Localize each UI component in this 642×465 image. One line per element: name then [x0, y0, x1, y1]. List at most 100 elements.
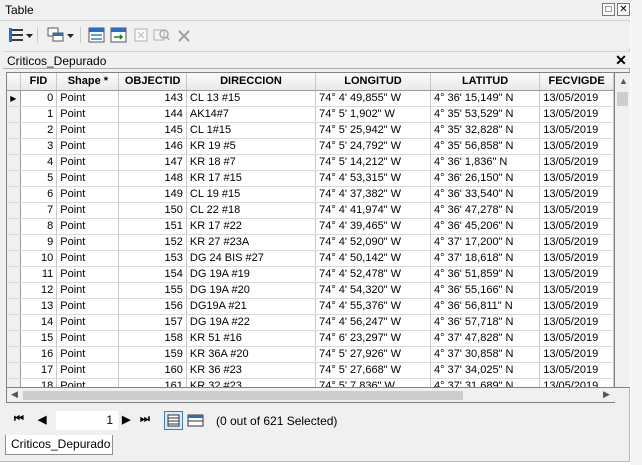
- cell-latitud[interactable]: 4° 36' 57,718" N: [430, 314, 541, 331]
- cell-fecvigde[interactable]: 13/05/2019: [539, 346, 614, 363]
- row-selector[interactable]: [7, 330, 21, 347]
- bottom-table-tab[interactable]: Criticos_Depurado: [5, 435, 113, 455]
- table-row[interactable]: 3 Point 146 KR 19 #5 74° 5' 24,792" W 4° 35' …: [7, 138, 614, 155]
- cell-shape[interactable]: Point: [56, 330, 120, 347]
- cell-fid[interactable]: 14: [20, 314, 58, 331]
- cell-fid[interactable]: 3: [20, 138, 58, 155]
- row-selector[interactable]: [7, 154, 21, 171]
- table-row[interactable]: 8 Point 151 KR 17 #22 74° 4' 39,465" W 4° 36'…: [7, 218, 614, 235]
- cell-direccion[interactable]: CL 19 #15: [186, 186, 317, 203]
- cell-objectid[interactable]: 149: [118, 186, 187, 203]
- horizontal-scroll-thumb[interactable]: [23, 391, 463, 400]
- cell-longitud[interactable]: 74° 4' 52,090" W: [315, 234, 431, 251]
- cell-longitud[interactable]: 74° 5' 27,926" W: [315, 346, 431, 363]
- cell-shape[interactable]: Point: [56, 298, 120, 315]
- cell-fid[interactable]: 17: [20, 362, 58, 379]
- cell-latitud[interactable]: 4° 37' 47,828" N: [430, 330, 541, 347]
- cell-shape[interactable]: Point: [56, 314, 120, 331]
- table-row[interactable]: 6 Point 149 CL 19 #15 74° 4' 37,382" W 4° 36'…: [7, 186, 614, 203]
- cell-objectid[interactable]: 152: [118, 234, 187, 251]
- table-options-icon[interactable]: [8, 26, 24, 44]
- cell-fecvigde[interactable]: 13/05/2019: [539, 154, 614, 171]
- cell-objectid[interactable]: 159: [118, 346, 187, 363]
- cell-shape[interactable]: Point: [56, 138, 120, 155]
- row-selector[interactable]: [7, 122, 21, 139]
- cell-fid[interactable]: 11: [20, 266, 58, 283]
- row-selector[interactable]: [7, 138, 21, 155]
- row-selector-header[interactable]: [7, 73, 21, 91]
- cell-latitud[interactable]: 4° 37' 18,618" N: [430, 250, 541, 267]
- cell-shape[interactable]: Point: [56, 186, 120, 203]
- column-header-longitud[interactable]: LONGITUD: [315, 73, 431, 91]
- cell-direccion[interactable]: KR 51 #16: [186, 330, 317, 347]
- cell-fecvigde[interactable]: 13/05/2019: [539, 234, 614, 251]
- row-selector[interactable]: [7, 346, 21, 363]
- cell-direccion[interactable]: KR 36A #20: [186, 346, 317, 363]
- row-selector[interactable]: [7, 298, 21, 315]
- cell-objectid[interactable]: 147: [118, 154, 187, 171]
- cell-objectid[interactable]: 157: [118, 314, 187, 331]
- cell-latitud[interactable]: 4° 35' 56,858" N: [430, 138, 541, 155]
- row-selector[interactable]: [7, 282, 21, 299]
- cell-latitud[interactable]: 4° 37' 30,858" N: [430, 346, 541, 363]
- cell-fid[interactable]: 4: [20, 154, 58, 171]
- cell-fecvigde[interactable]: 13/05/2019: [539, 298, 614, 315]
- cell-longitud[interactable]: 74° 4' 39,465" W: [315, 218, 431, 235]
- cell-objectid[interactable]: 158: [118, 330, 187, 347]
- cell-fid[interactable]: 6: [20, 186, 58, 203]
- row-selector[interactable]: [7, 250, 21, 267]
- cell-direccion[interactable]: DG 19A #20: [186, 282, 317, 299]
- row-selector[interactable]: [7, 170, 21, 187]
- cell-longitud[interactable]: 74° 4' 53,315" W: [315, 170, 431, 187]
- previous-record-button[interactable]: ◀: [38, 413, 46, 426]
- cell-longitud[interactable]: 74° 4' 41,974" W: [315, 202, 431, 219]
- zoom-to-selected-icon[interactable]: [153, 26, 170, 44]
- cell-latitud[interactable]: 4° 36' 33,540" N: [430, 186, 541, 203]
- column-header-objectid[interactable]: OBJECTID: [118, 73, 187, 91]
- cell-objectid[interactable]: 156: [118, 298, 187, 315]
- cell-shape[interactable]: Point: [56, 218, 120, 235]
- row-selector[interactable]: [7, 186, 21, 203]
- table-row[interactable]: 5 Point 148 KR 17 #15 74° 4' 53,315" W 4° 36'…: [7, 170, 614, 187]
- cell-latitud[interactable]: 4° 36' 1,836" N: [430, 154, 541, 171]
- table-row[interactable]: 16 Point 159 KR 36A #20 74° 5' 27,926" W 4° 3…: [7, 346, 614, 363]
- cell-fid[interactable]: 13: [20, 298, 58, 315]
- cell-fecvigde[interactable]: 13/05/2019: [539, 282, 614, 299]
- related-tables-icon[interactable]: [47, 26, 65, 44]
- cell-fid[interactable]: 12: [20, 282, 58, 299]
- cell-latitud[interactable]: 4° 36' 56,811" N: [430, 298, 541, 315]
- table-row[interactable]: 9 Point 152 KR 27 #23A 74° 4' 52,090" W 4° 37…: [7, 234, 614, 251]
- horizontal-scrollbar[interactable]: ◀ ▶: [6, 388, 615, 403]
- cell-latitud[interactable]: 4° 36' 51,859" N: [430, 266, 541, 283]
- vertical-scroll-thumb[interactable]: [617, 92, 628, 106]
- row-selector[interactable]: [7, 362, 21, 379]
- cell-longitud[interactable]: 74° 6' 23,297" W: [315, 330, 431, 347]
- table-row[interactable]: 15 Point 158 KR 51 #16 74° 6' 23,297" W 4° 37…: [7, 330, 614, 347]
- cell-latitud[interactable]: 4° 36' 45,206" N: [430, 218, 541, 235]
- cell-fid[interactable]: 18: [20, 378, 58, 387]
- column-header-latitud[interactable]: LATITUD: [430, 73, 541, 91]
- cell-fecvigde[interactable]: 13/05/2019: [539, 218, 614, 235]
- table-row[interactable]: 17 Point 160 KR 36 #23 74° 5' 27,668" W 4° 37…: [7, 362, 614, 379]
- cell-fecvigde[interactable]: 13/05/2019: [539, 170, 614, 187]
- cell-shape[interactable]: Point: [56, 362, 120, 379]
- cell-objectid[interactable]: 155: [118, 282, 187, 299]
- delete-selected-icon[interactable]: [178, 26, 190, 44]
- cell-direccion[interactable]: KR 17 #22: [186, 218, 317, 235]
- cell-shape[interactable]: Point: [56, 154, 120, 171]
- cell-longitud[interactable]: 74° 4' 49,855" W: [315, 90, 431, 107]
- cell-direccion[interactable]: KR 18 #7: [186, 154, 317, 171]
- row-selector[interactable]: [7, 106, 21, 123]
- cell-objectid[interactable]: 160: [118, 362, 187, 379]
- cell-shape[interactable]: Point: [56, 90, 120, 107]
- table-tab-close-button[interactable]: ✕: [614, 52, 628, 69]
- row-selector[interactable]: [7, 202, 21, 219]
- cell-fecvigde[interactable]: 13/05/2019: [539, 90, 614, 107]
- row-selector[interactable]: ▶: [7, 90, 21, 107]
- cell-latitud[interactable]: 4° 36' 15,149" N: [430, 90, 541, 107]
- table-row[interactable]: ▶ 0 Point 143 CL 13 #15 74° 4' 49,855" W 4° 36…: [7, 90, 614, 107]
- vertical-scrollbar[interactable]: ▲: [615, 72, 630, 388]
- cell-longitud[interactable]: 74° 5' 14,212" W: [315, 154, 431, 171]
- scroll-up-icon[interactable]: ▲: [619, 76, 628, 86]
- cell-objectid[interactable]: 144: [118, 106, 187, 123]
